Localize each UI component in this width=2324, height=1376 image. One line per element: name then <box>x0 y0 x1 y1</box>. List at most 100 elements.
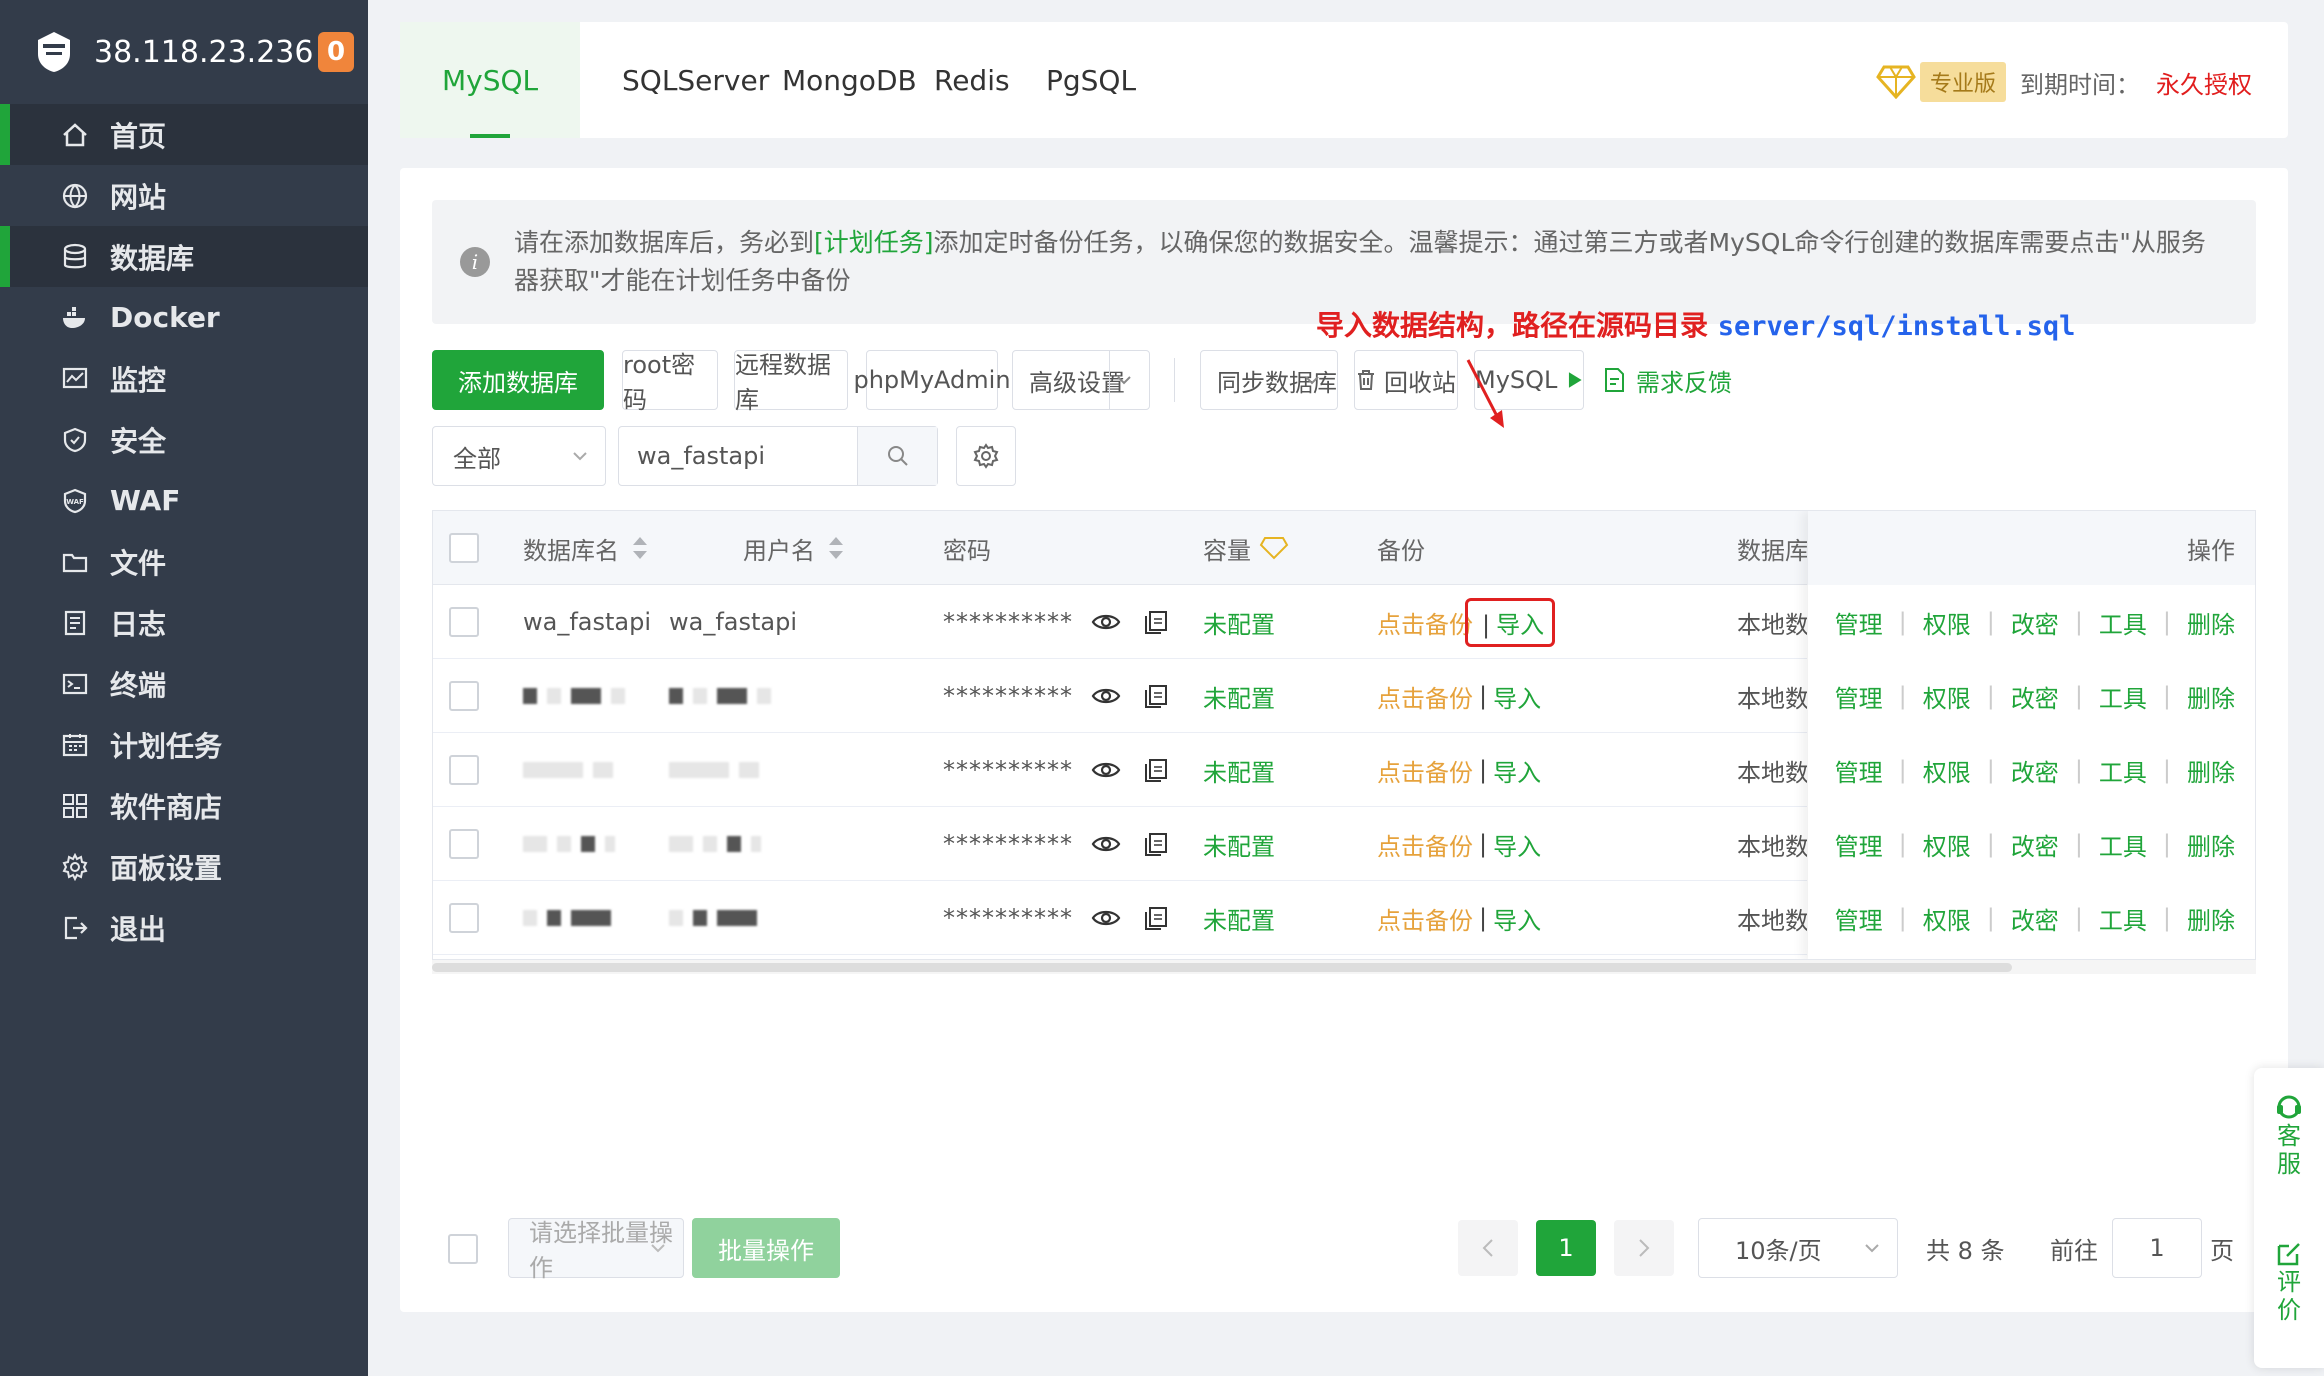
backup-link[interactable]: 点击备份 <box>1377 827 1473 862</box>
col-user-header[interactable]: 用户名 <box>743 511 845 585</box>
table-scrollbar[interactable] <box>432 960 2256 974</box>
add-database-button[interactable]: 添加数据库 <box>432 350 604 410</box>
op-manage-link[interactable]: 管理 <box>1835 827 1883 862</box>
select-all-checkbox[interactable] <box>449 533 479 563</box>
schedule-task-link[interactable]: [计划任务] <box>814 228 934 257</box>
sidebar-item-waf-shield[interactable]: WAF WAF <box>0 470 368 531</box>
op-delete-link[interactable]: 删除 <box>2187 605 2235 640</box>
goto-page-input[interactable]: 1 <box>2112 1218 2202 1278</box>
op-permission-link[interactable]: 权限 <box>1923 679 1971 714</box>
import-link[interactable]: 导入 <box>1496 611 1544 639</box>
batch-select-all-checkbox[interactable] <box>448 1234 478 1264</box>
op-change-password-link[interactable]: 改密 <box>2011 753 2059 788</box>
op-permission-link[interactable]: 权限 <box>1923 901 1971 936</box>
sidebar-item-terminal[interactable]: 终端 <box>0 653 368 714</box>
tab-mysql[interactable]: MySQL <box>400 22 581 138</box>
op-tools-link[interactable]: 工具 <box>2099 753 2147 788</box>
search-button[interactable] <box>857 427 937 485</box>
row-checkbox[interactable] <box>449 681 479 711</box>
import-link[interactable]: 导入 <box>1493 679 1541 714</box>
op-tools-link[interactable]: 工具 <box>2099 901 2147 936</box>
copy-password-button[interactable] <box>1143 733 1169 807</box>
row-checkbox[interactable] <box>449 607 479 637</box>
backup-link[interactable]: 点击备份 <box>1377 605 1473 640</box>
op-tools-link[interactable]: 工具 <box>2099 827 2147 862</box>
op-permission-link[interactable]: 权限 <box>1923 827 1971 862</box>
capacity-value[interactable]: 未配置 <box>1203 881 1275 955</box>
notification-badge[interactable]: 0 <box>318 32 354 72</box>
sidebar-item-shield[interactable]: 安全 <box>0 409 368 470</box>
remote-database-button[interactable]: 远程数据库 <box>734 350 848 414</box>
show-password-button[interactable] <box>1091 807 1121 881</box>
backup-link[interactable]: 点击备份 <box>1377 753 1473 788</box>
prev-page-button[interactable] <box>1458 1220 1518 1276</box>
op-delete-link[interactable]: 删除 <box>2187 827 2235 862</box>
capacity-value[interactable]: 未配置 <box>1203 733 1275 807</box>
copy-password-button[interactable] <box>1143 585 1169 659</box>
op-tools-link[interactable]: 工具 <box>2099 679 2147 714</box>
search-input[interactable]: wa_fastapi <box>618 426 938 486</box>
page-1-button[interactable]: 1 <box>1536 1220 1596 1276</box>
sidebar-item-calendar[interactable]: 计划任务 <box>0 714 368 775</box>
pro-badge[interactable]: 专业版 <box>1919 62 2006 102</box>
copy-password-button[interactable] <box>1143 659 1169 733</box>
feedback-link[interactable]: 需求反馈 <box>1602 350 1732 410</box>
recycle-bin-button[interactable]: 回收站 <box>1354 350 1458 410</box>
sync-database-button[interactable]: 同步数据库 <box>1200 350 1338 410</box>
review-button[interactable]: 评价 <box>2254 1240 2324 1324</box>
sidebar-item-monitor[interactable]: 监控 <box>0 348 368 409</box>
sidebar-item-logout[interactable]: 退出 <box>0 897 368 958</box>
copy-password-button[interactable] <box>1143 881 1169 955</box>
op-delete-link[interactable]: 删除 <box>2187 753 2235 788</box>
op-tools-link[interactable]: 工具 <box>2099 605 2147 640</box>
advanced-settings-button[interactable]: 高级设置 <box>1012 350 1150 410</box>
root-password-button[interactable]: root密码 <box>622 350 718 414</box>
backup-link[interactable]: 点击备份 <box>1377 679 1473 714</box>
capacity-value[interactable]: 未配置 <box>1203 659 1275 733</box>
row-checkbox[interactable] <box>449 755 479 785</box>
capacity-value[interactable]: 未配置 <box>1203 585 1275 659</box>
scope-select[interactable]: 全部 <box>432 426 606 486</box>
next-page-button[interactable] <box>1614 1220 1674 1276</box>
op-permission-link[interactable]: 权限 <box>1923 753 1971 788</box>
copy-password-button[interactable] <box>1143 807 1169 881</box>
show-password-button[interactable] <box>1091 659 1121 733</box>
import-link[interactable]: 导入 <box>1493 753 1541 788</box>
op-change-password-link[interactable]: 改密 <box>2011 679 2059 714</box>
row-checkbox[interactable] <box>449 903 479 933</box>
row-checkbox[interactable] <box>449 829 479 859</box>
show-password-button[interactable] <box>1091 881 1121 955</box>
op-manage-link[interactable]: 管理 <box>1835 605 1883 640</box>
op-manage-link[interactable]: 管理 <box>1835 753 1883 788</box>
table-settings-button[interactable] <box>956 426 1016 486</box>
show-password-button[interactable] <box>1091 585 1121 659</box>
tab-pgsql[interactable]: PgSQL <box>1004 22 1178 138</box>
sidebar-item-database[interactable]: 数据库 <box>0 226 368 287</box>
op-manage-link[interactable]: 管理 <box>1835 901 1883 936</box>
capacity-value[interactable]: 未配置 <box>1203 807 1275 881</box>
op-delete-link[interactable]: 删除 <box>2187 901 2235 936</box>
op-change-password-link[interactable]: 改密 <box>2011 605 2059 640</box>
sidebar-item-docker[interactable]: Docker <box>0 287 368 348</box>
phpmyadmin-button[interactable]: phpMyAdmin <box>853 350 1011 410</box>
sidebar-item-home[interactable]: 首页 <box>0 104 368 165</box>
op-delete-link[interactable]: 删除 <box>2187 679 2235 714</box>
sidebar-item-apps[interactable]: 软件商店 <box>0 775 368 836</box>
import-link[interactable]: 导入 <box>1493 901 1541 936</box>
batch-operation-button[interactable]: 批量操作 <box>692 1218 840 1278</box>
sidebar-item-gear[interactable]: 面板设置 <box>0 836 368 897</box>
op-change-password-link[interactable]: 改密 <box>2011 901 2059 936</box>
show-password-button[interactable] <box>1091 733 1121 807</box>
op-manage-link[interactable]: 管理 <box>1835 679 1883 714</box>
import-link[interactable]: 导入 <box>1493 827 1541 862</box>
sidebar-item-globe[interactable]: 网站 <box>0 165 368 226</box>
sidebar-item-log[interactable]: 日志 <box>0 592 368 653</box>
col-name-header[interactable]: 数据库名 <box>523 511 649 585</box>
backup-link[interactable]: 点击备份 <box>1377 901 1473 936</box>
sidebar-item-folder[interactable]: 文件 <box>0 531 368 592</box>
op-change-password-link[interactable]: 改密 <box>2011 827 2059 862</box>
page-size-select[interactable]: 10条/页 <box>1698 1218 1898 1278</box>
batch-operation-select[interactable]: 请选择批量操作 <box>508 1218 684 1282</box>
op-permission-link[interactable]: 权限 <box>1923 605 1971 640</box>
customer-service-button[interactable]: 客服 <box>2254 1092 2324 1178</box>
